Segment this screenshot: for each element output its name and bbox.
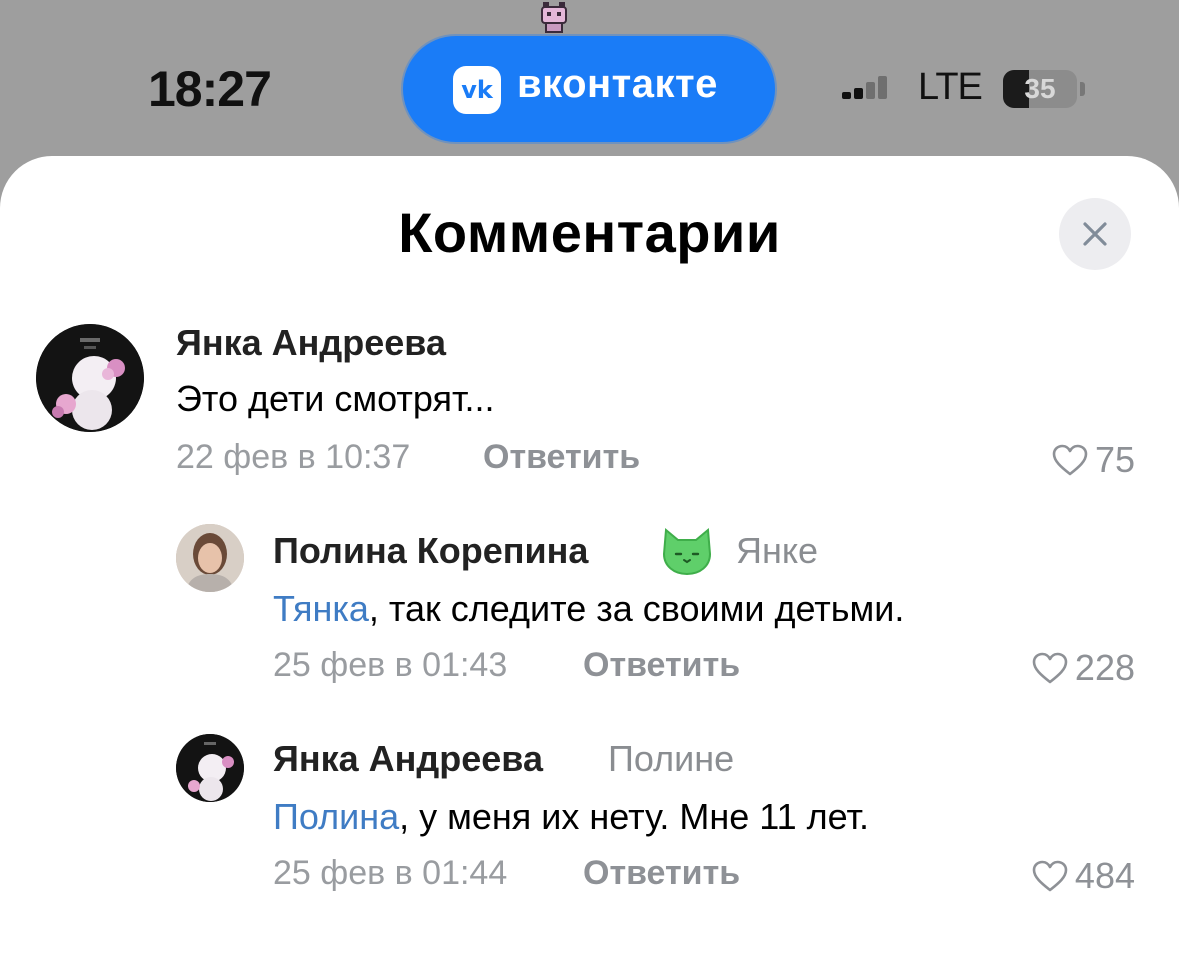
comment-text: Это дети смотрят... bbox=[176, 378, 495, 420]
battery-icon: 35 bbox=[1003, 70, 1077, 108]
avatar[interactable] bbox=[176, 524, 244, 592]
close-icon bbox=[1083, 222, 1107, 246]
mention-link[interactable]: Полина bbox=[273, 796, 399, 837]
vk-app-pill[interactable]: vk вконтакте bbox=[403, 36, 775, 142]
reply-button[interactable]: Ответить bbox=[583, 854, 740, 893]
network-type: LTE bbox=[918, 66, 983, 108]
pixel-pet-icon bbox=[541, 2, 567, 33]
comment-text: Тянка, так следите за своими детьми. bbox=[273, 588, 904, 630]
reply-button[interactable]: Ответить bbox=[583, 646, 740, 685]
comment-date: 25 фев в 01:44 bbox=[273, 854, 508, 892]
like-count: 75 bbox=[1094, 439, 1135, 480]
vk-app-name: вконтакте bbox=[517, 62, 718, 106]
like-count: 228 bbox=[1074, 647, 1135, 688]
green-cat-sticker-icon bbox=[662, 528, 712, 576]
avatar-image bbox=[36, 324, 144, 432]
comment-date: 22 фев в 10:37 bbox=[176, 438, 411, 476]
mention-link[interactable]: Тянка bbox=[273, 588, 369, 629]
reply-to-name[interactable]: Полине bbox=[608, 738, 734, 780]
heart-icon bbox=[1032, 652, 1068, 684]
reply-button[interactable]: Ответить bbox=[483, 438, 640, 477]
vk-logo-icon: vk bbox=[453, 66, 501, 114]
comment: Янка Андреева Это дети смотрят... 22 фев… bbox=[0, 316, 1179, 496]
cellular-signal-icon bbox=[842, 76, 887, 99]
comments-sheet: Комментарии Янка Андреева Это дети смотр… bbox=[0, 156, 1179, 956]
reply-to-name[interactable]: Янке bbox=[736, 530, 818, 572]
like-count: 484 bbox=[1074, 855, 1135, 896]
like-button[interactable]: 484 bbox=[1031, 855, 1135, 896]
comment-body: Это дети смотрят... bbox=[176, 378, 495, 419]
comment-author[interactable]: Полина Корепина bbox=[273, 530, 588, 572]
status-time: 18:27 bbox=[148, 61, 272, 117]
heart-icon bbox=[1052, 444, 1088, 476]
sheet-title: Комментарии bbox=[398, 201, 781, 264]
comment-author[interactable]: Янка Андреева bbox=[273, 738, 543, 780]
avatar-image bbox=[176, 524, 244, 592]
avatar-image bbox=[176, 734, 244, 802]
heart-icon bbox=[1032, 860, 1068, 892]
avatar[interactable] bbox=[176, 734, 244, 802]
comment-author[interactable]: Янка Андреева bbox=[176, 322, 446, 364]
comment-reply: Янка Андреева Полине Полина, у меня их н… bbox=[0, 728, 1179, 908]
vk-logo-text: vk bbox=[461, 76, 493, 104]
avatar[interactable] bbox=[36, 324, 144, 432]
like-button[interactable]: 75 bbox=[1051, 439, 1135, 480]
comment-body: , так следите за своими детьми. bbox=[368, 588, 905, 629]
comment-body: , у меня их нету. Мне 11 лет. bbox=[399, 796, 869, 837]
battery-cap bbox=[1080, 82, 1085, 96]
comment-date: 25 фев в 01:43 bbox=[273, 646, 508, 684]
status-bar: 18:27 vk вконтакте LTE 35 bbox=[0, 0, 1179, 160]
battery-level-text: 35 bbox=[1024, 73, 1056, 104]
like-button[interactable]: 228 bbox=[1031, 647, 1135, 688]
comment-text: Полина, у меня их нету. Мне 11 лет. bbox=[273, 796, 869, 838]
close-button[interactable] bbox=[1059, 198, 1131, 270]
comment-reply: Полина Корепина Янке Тянка, так следите … bbox=[0, 518, 1179, 698]
